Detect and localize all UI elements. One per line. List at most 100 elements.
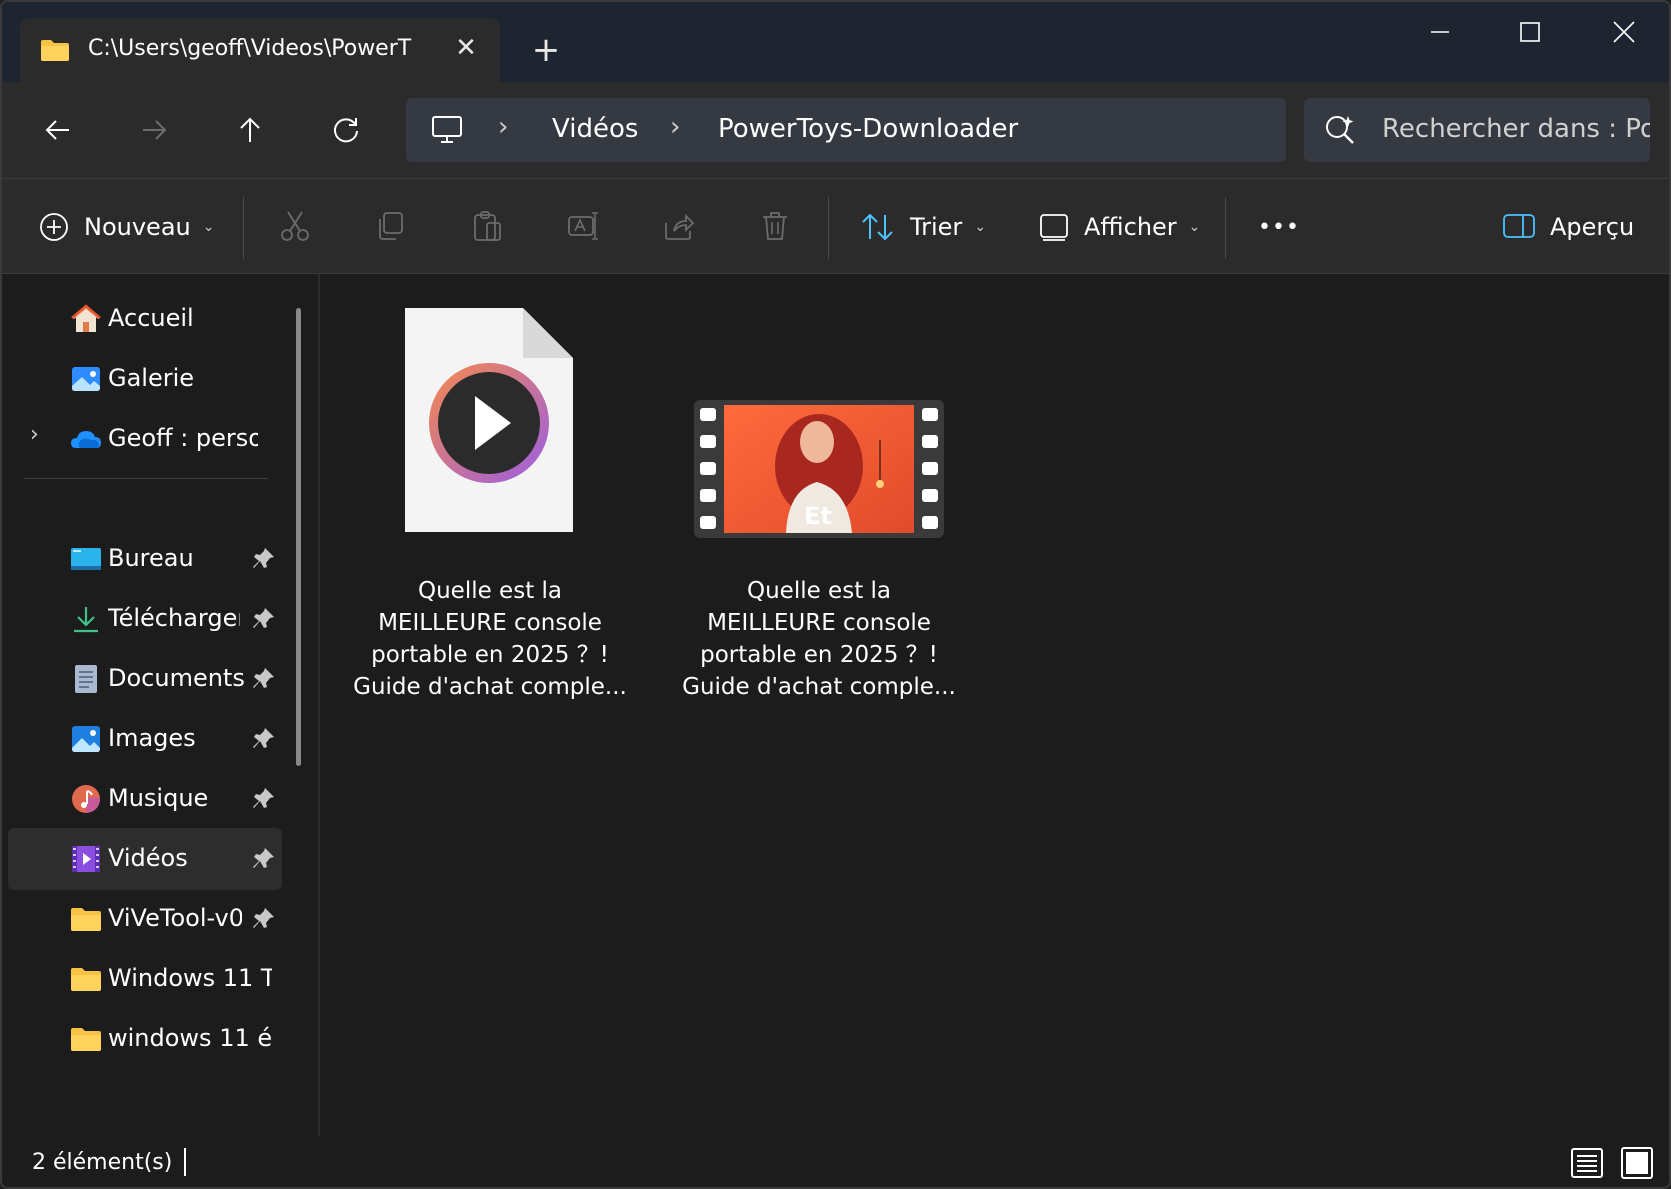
file-name-line: Quelle est la bbox=[746, 578, 892, 604]
cut-icon[interactable] bbox=[278, 209, 312, 243]
sidebar-item-label: Téléchargeme bbox=[108, 604, 240, 632]
more-options-button[interactable]: ••• bbox=[1258, 199, 1300, 255]
maximize-icon[interactable] bbox=[1502, 12, 1558, 52]
file-name-line: MEILLEURE console bbox=[707, 610, 931, 636]
videos-icon bbox=[72, 846, 100, 872]
chevron-right-icon[interactable]: › bbox=[30, 422, 39, 447]
sidebar-item-vivetool[interactable]: ViVeTool-v0.3 bbox=[8, 888, 282, 950]
status-bar: 2 élément(s) bbox=[2, 1136, 1669, 1187]
breadcrumb-videos[interactable]: Vidéos bbox=[552, 114, 638, 144]
pin-icon[interactable] bbox=[252, 786, 276, 812]
close-icon[interactable]: ✕ bbox=[450, 32, 482, 64]
chevron-down-icon: ⌄ bbox=[1188, 219, 1201, 235]
sidebar-item-onedrive[interactable]: › Geoff : personne bbox=[8, 408, 282, 470]
file-name-line: Guide d'achat comple... bbox=[682, 674, 956, 700]
command-bar: Nouveau ⌄ Trier ⌄ Afficher ⌄ ••• Aperçu bbox=[2, 178, 1669, 274]
sidebar-item-label: Vidéos bbox=[108, 844, 188, 872]
new-label: Nouveau bbox=[84, 213, 191, 241]
search-sparkle-icon bbox=[1326, 116, 1354, 144]
address-bar[interactable]: › Vidéos › PowerToys-Downloader bbox=[406, 98, 1286, 162]
documents-icon bbox=[75, 665, 97, 693]
sidebar-divider bbox=[24, 478, 268, 479]
forward-button[interactable] bbox=[130, 106, 178, 154]
sidebar-item-bureau[interactable]: Bureau bbox=[8, 528, 282, 590]
pin-icon[interactable] bbox=[252, 546, 276, 572]
delete-icon[interactable] bbox=[758, 209, 792, 243]
up-button[interactable] bbox=[226, 106, 274, 154]
refresh-icon bbox=[334, 118, 358, 143]
folder-icon bbox=[71, 968, 101, 991]
navigation-bar: › Vidéos › PowerToys-Downloader Recherch… bbox=[2, 82, 1669, 178]
arrow-right-icon bbox=[143, 120, 167, 140]
sidebar-item-images[interactable]: Images bbox=[8, 708, 282, 770]
pin-icon[interactable] bbox=[252, 666, 276, 692]
preview-label: Aperçu bbox=[1550, 213, 1635, 241]
sidebar-item-label: Windows 11 To ( bbox=[108, 964, 272, 992]
details-view-icon[interactable] bbox=[1570, 1146, 1604, 1180]
status-separator bbox=[184, 1148, 186, 1176]
plus-icon[interactable]: + bbox=[528, 32, 564, 68]
plus-circle-icon bbox=[40, 213, 68, 241]
pin-icon[interactable] bbox=[252, 726, 276, 752]
preview-pane-button[interactable]: Aperçu bbox=[1502, 199, 1634, 255]
media-file-icon bbox=[405, 308, 573, 532]
pin-icon[interactable] bbox=[252, 906, 276, 932]
sidebar-item-label: Documents bbox=[108, 664, 245, 692]
chevron-down-icon: ⌄ bbox=[202, 219, 215, 235]
gallery-icon bbox=[72, 367, 100, 391]
sidebar-item-gallery[interactable]: Galerie bbox=[8, 348, 282, 410]
file-name-line: Quelle est la bbox=[417, 578, 563, 604]
file-list: Quelle est la MEILLEURE console portable… bbox=[320, 274, 1669, 1136]
sidebar-item-music[interactable]: Musique bbox=[8, 768, 282, 830]
minimize-icon[interactable] bbox=[1412, 12, 1468, 52]
title-bar: C:\Users\geoff\Videos\PowerT ✕ + bbox=[2, 2, 1669, 82]
sidebar-item-home[interactable]: Accueil bbox=[8, 288, 282, 350]
desktop-icon bbox=[71, 548, 101, 570]
sidebar-item-label: Musique bbox=[108, 784, 209, 812]
sidebar-item-windows-11-to[interactable]: Windows 11 To ( bbox=[8, 948, 282, 1010]
large-icons-view-icon[interactable] bbox=[1620, 1146, 1654, 1180]
file-name-line: portable en 2025 ？! bbox=[700, 642, 938, 668]
divider bbox=[243, 197, 244, 259]
sidebar-item-windows-11-eco[interactable]: windows 11 écor bbox=[8, 1008, 282, 1070]
navigation-pane: Accueil Galerie › Geoff : personne Burea… bbox=[2, 274, 318, 1136]
sidebar-item-documents[interactable]: Documents bbox=[8, 648, 282, 710]
folder-icon bbox=[71, 908, 101, 931]
new-button[interactable]: Nouveau ⌄ bbox=[38, 199, 214, 255]
rename-icon[interactable] bbox=[566, 209, 600, 243]
share-icon[interactable] bbox=[662, 209, 696, 243]
refresh-button[interactable] bbox=[322, 106, 370, 154]
preview-pane-icon bbox=[1503, 214, 1535, 238]
view-button[interactable]: Afficher ⌄ bbox=[1038, 199, 1200, 255]
chevron-right-icon: › bbox=[498, 112, 509, 142]
thumbnail-caption: Et bbox=[804, 502, 832, 530]
file-name-line: portable en 2025 ？! bbox=[371, 642, 609, 668]
sidebar-item-label: Geoff : personne bbox=[108, 424, 258, 452]
search-input[interactable]: Rechercher dans : Po bbox=[1382, 114, 1650, 144]
computer-icon bbox=[432, 116, 462, 143]
chevron-right-icon: › bbox=[670, 112, 681, 142]
sidebar-item-label: windows 11 écor bbox=[108, 1024, 272, 1052]
sort-label: Trier bbox=[910, 213, 963, 241]
copy-icon[interactable] bbox=[374, 209, 408, 243]
sidebar-item-label: Bureau bbox=[108, 544, 194, 572]
file-name: Quelle est la MEILLEURE console portable… bbox=[679, 575, 959, 703]
pin-icon[interactable] bbox=[252, 606, 276, 632]
sidebar-item-downloads[interactable]: Téléchargeme bbox=[8, 588, 282, 650]
breadcrumb-current-folder[interactable]: PowerToys-Downloader bbox=[718, 114, 1018, 144]
paste-icon[interactable] bbox=[470, 209, 504, 243]
sort-button[interactable]: Trier ⌄ bbox=[860, 199, 986, 255]
pin-icon[interactable] bbox=[252, 846, 276, 872]
video-thumbnail: Et bbox=[694, 400, 944, 538]
search-box[interactable]: Rechercher dans : Po bbox=[1304, 98, 1650, 162]
sidebar-item-label: Galerie bbox=[108, 364, 195, 392]
item-count: 2 élément(s) bbox=[32, 1150, 173, 1175]
sidebar-scrollbar[interactable] bbox=[296, 308, 301, 766]
sidebar-item-videos[interactable]: Vidéos bbox=[8, 828, 282, 890]
file-explorer-window: C:\Users\geoff\Videos\PowerT ✕ + › Vidéo… bbox=[0, 0, 1671, 1189]
images-icon bbox=[72, 726, 100, 752]
back-button[interactable] bbox=[34, 106, 82, 154]
close-window-icon[interactable] bbox=[1596, 12, 1652, 52]
tab-current-folder[interactable]: C:\Users\geoff\Videos\PowerT ✕ bbox=[20, 18, 500, 82]
divider bbox=[1225, 197, 1226, 259]
